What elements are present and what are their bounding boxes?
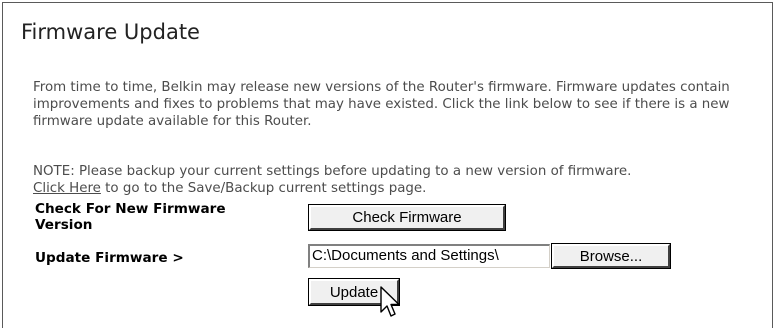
note-text: NOTE: Please backup your current setting…: [33, 164, 632, 179]
check-firmware-label: Check For New Firmware Version: [35, 201, 226, 233]
update-firmware-label: Update Firmware >: [35, 250, 184, 266]
note-link-suffix: to go to the Save/Backup current setting…: [100, 181, 427, 196]
firmware-update-panel: Firmware Update From time to time, Belki…: [2, 2, 773, 328]
page-title: Firmware Update: [21, 20, 200, 44]
backup-note: NOTE: Please backup your current setting…: [33, 163, 773, 197]
firmware-file-input[interactable]: C:\Documents and Settings\: [308, 244, 550, 268]
backup-settings-link[interactable]: Click Here: [33, 181, 101, 196]
browse-button[interactable]: Browse...: [551, 243, 671, 269]
check-firmware-button[interactable]: Check Firmware: [308, 204, 506, 231]
intro-text: From time to time, Belkin may release ne…: [33, 80, 730, 129]
arrow-pointer-icon: [380, 286, 400, 317]
